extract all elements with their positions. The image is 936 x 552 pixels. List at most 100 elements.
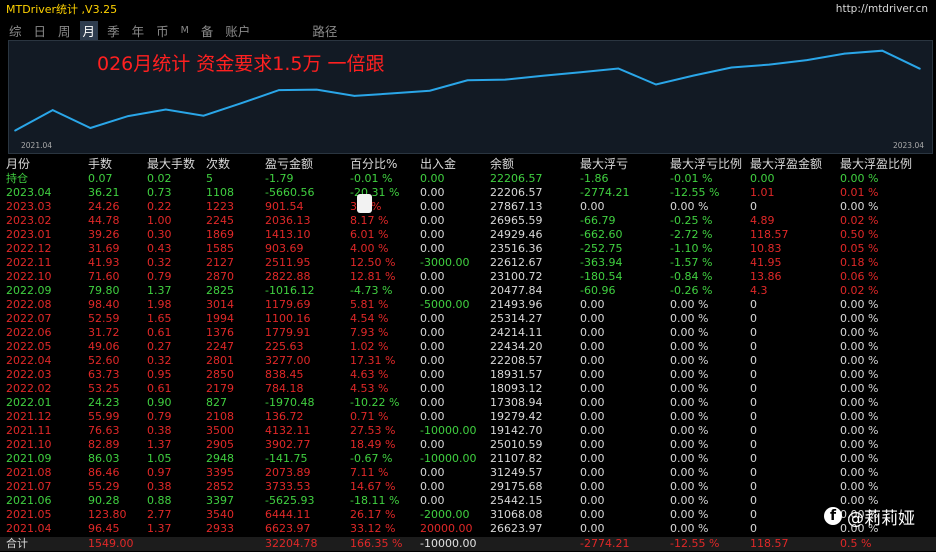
tab-3[interactable]: 月 (79, 20, 99, 40)
table-row[interactable]: 2021.10 82.89 1.37 2905 3902.77 18.49 % 0.00 25… (6, 438, 931, 452)
table-cell: 1.98 (147, 298, 172, 311)
data-point (504, 78, 507, 81)
table-cell: -0.01 % (670, 172, 713, 185)
table-cell: 14.67 % (350, 480, 396, 493)
table-cell: 2850 (206, 368, 234, 381)
table-cell: 90.28 (88, 494, 120, 507)
table-row[interactable]: 2023.04 36.21 0.73 1108 -5660.56 -20.31 % 0.00… (6, 186, 931, 200)
table-cell: 18.49 % (350, 438, 396, 451)
table-row[interactable]: 2022.05 49.06 0.27 2247 225.63 1.02 % 0.00 2243… (6, 340, 931, 354)
table-cell: 0.05 % (840, 242, 879, 255)
table-row[interactable]: 2022.01 24.23 0.90 827 -1970.48 -10.22 % 0.00 1… (6, 396, 931, 410)
data-point (881, 49, 884, 52)
table-cell: 86.46 (88, 466, 120, 479)
table-row[interactable]: 2022.02 53.25 0.61 2179 784.18 4.53 % 0.00 1809… (6, 382, 931, 396)
table-cell: 0.00 (420, 480, 445, 493)
table-cell: 0.00 % (670, 424, 709, 437)
table-row[interactable]: 2022.09 79.80 1.37 2825 -1016.12 -4.73 % 0.00 2… (6, 284, 931, 298)
table-row[interactable]: 2021.06 90.28 0.88 3397 -5625.93 -18.11 % 0.00… (6, 494, 931, 508)
tab-9[interactable]: 账户 (222, 21, 253, 40)
table-cell: 0.00 (420, 284, 445, 297)
data-point (692, 74, 695, 77)
tab-8[interactable]: 备 (198, 21, 217, 40)
table-cell: 1108 (206, 186, 234, 199)
table-cell: 2023.03 (6, 200, 52, 213)
tab-6[interactable]: 币 (153, 21, 172, 40)
table-cell: 0.32 (147, 354, 172, 367)
table-cell: 6444.11 (265, 508, 311, 521)
table-cell: 0.61 (147, 382, 172, 395)
tab-2[interactable]: 周 (55, 21, 74, 40)
table-cell: 27867.13 (490, 200, 543, 213)
table-row[interactable]: 2021.05 123.80 2.77 3540 6444.11 26.17 % -2000… (6, 508, 931, 522)
table-cell: 52.59 (88, 312, 120, 325)
table-row[interactable]: 2022.08 98.40 1.98 3014 1179.69 5.81 % -5000.0… (6, 298, 931, 312)
tab-7[interactable]: M (178, 25, 192, 36)
column-header: 最大浮盈比例 (840, 157, 913, 171)
drag-handle[interactable] (357, 194, 372, 213)
table-row[interactable]: 2022.03 63.73 0.95 2850 838.45 4.63 % 0.00 1893… (6, 368, 931, 382)
table-cell: -1.10 % (670, 242, 713, 255)
table-cell: 0 (750, 396, 757, 409)
table-cell: 2905 (206, 438, 234, 451)
table-cell: 0.00 (420, 354, 445, 367)
tab-10[interactable]: 路径 (309, 21, 340, 40)
table-cell: 82.89 (88, 438, 120, 451)
period-tabs: 综日周月季年币 M 备账户 路径 (0, 20, 936, 40)
table-cell: 2247 (206, 340, 234, 353)
table-row[interactable]: 2022.12 31.69 0.43 1585 903.69 4.00 % 0.00 2351… (6, 242, 931, 256)
table-cell: -0.84 % (670, 270, 713, 283)
table-cell: 0 (750, 410, 757, 423)
table-cell: 44.78 (88, 214, 120, 227)
website-link[interactable]: http://mtdriver.cn (836, 3, 936, 15)
table-cell: 0.00 (420, 326, 445, 339)
table-cell: 0.00 % (670, 312, 709, 325)
table-cell: 0 (750, 354, 757, 367)
data-point (278, 89, 280, 91)
table-cell: 0.50 % (840, 228, 879, 241)
table-row[interactable]: 2023.0324.260.221223901.543.3 %0.0027867… (6, 200, 931, 214)
table-cell: 0.88 (147, 494, 172, 507)
tab-0[interactable]: 综 (6, 21, 25, 40)
table-cell: 49.06 (88, 340, 120, 353)
table-cell: 118.57 (750, 228, 789, 241)
table-row[interactable]: 2023.01 39.26 0.30 1869 1413.10 6.01 % 0.00 249… (6, 228, 931, 242)
app-title: MTDriver统计 ,V3.25 (6, 3, 118, 16)
table-cell: 0.00 % (670, 368, 709, 381)
table-cell: 0.00 % (840, 396, 879, 409)
watermark: f @莉莉娅 (824, 505, 915, 529)
table-cell: 20477.84 (490, 284, 543, 297)
table-row[interactable]: 2022.10 71.60 0.79 2870 2822.88 12.81 % 0.00 23… (6, 270, 931, 284)
table-row[interactable]: 2022.07 52.59 1.65 1994 1100.16 4.54 % 0.00 253… (6, 312, 931, 326)
table-cell: 21493.96 (490, 298, 543, 311)
table-cell: 0.79 (147, 410, 172, 423)
total-cell: 合计 (6, 537, 28, 550)
table-cell: 25442.15 (490, 494, 543, 507)
table-cell: 0.02 % (840, 284, 879, 297)
table-row[interactable]: 2021.07 55.29 0.38 2852 3733.53 14.67 % 0.00 29… (6, 480, 931, 494)
table-cell: 901.54 (265, 200, 304, 213)
table-cell: 0.00 % (840, 424, 879, 437)
table-row[interactable]: 2022.11 41.93 0.32 2127 2511.95 12.50 % -3000.… (6, 256, 931, 270)
table-row[interactable]: 2021.12 55.99 0.79 2108 136.72 0.71 % 0.00 1927… (6, 410, 931, 424)
table-cell: 2022.02 (6, 382, 52, 395)
table-row[interactable]: 2022.06 31.72 0.61 1376 1779.91 7.93 % 0.00 242… (6, 326, 931, 340)
table-cell: 0.00 (580, 438, 605, 451)
holding-row[interactable]: 持仓 0.07 0.02 5 -1.79 -0.01 % 0.00 22206.57 -1.86… (6, 172, 931, 186)
table-row[interactable]: 2022.04 52.60 0.32 2801 3277.00 17.31 % 0.00 22… (6, 354, 931, 368)
tab-5[interactable]: 年 (129, 21, 148, 40)
table-cell: 784.18 (265, 382, 304, 395)
data-point (51, 109, 54, 111)
table-cell: 0.01 % (840, 186, 879, 199)
table-row[interactable]: 2023.02 44.78 1.00 2245 2036.13 8.17 % 0.00 269… (6, 214, 931, 228)
table-cell: 2022.10 (6, 270, 52, 283)
table-cell: 2245 (206, 214, 234, 227)
total-row: 合计 1549.00 32204.78 166.35 % -10000.00 -2774.… (0, 537, 936, 551)
table-row[interactable]: 2021.09 86.03 1.05 2948 -141.75 -0.67 % -10000… (6, 452, 931, 466)
table-row[interactable]: 2021.11 76.63 0.38 3500 4132.11 27.53 % -10000… (6, 424, 931, 438)
table-cell: 52.60 (88, 354, 120, 367)
table-row[interactable]: 2021.04 96.45 1.37 2933 6623.97 33.12 % 20000.… (6, 522, 931, 536)
table-row[interactable]: 2021.08 86.46 0.97 3395 2073.89 7.11 % 0.00 312… (6, 466, 931, 480)
tab-4[interactable]: 季 (104, 21, 123, 40)
tab-1[interactable]: 日 (31, 21, 50, 40)
